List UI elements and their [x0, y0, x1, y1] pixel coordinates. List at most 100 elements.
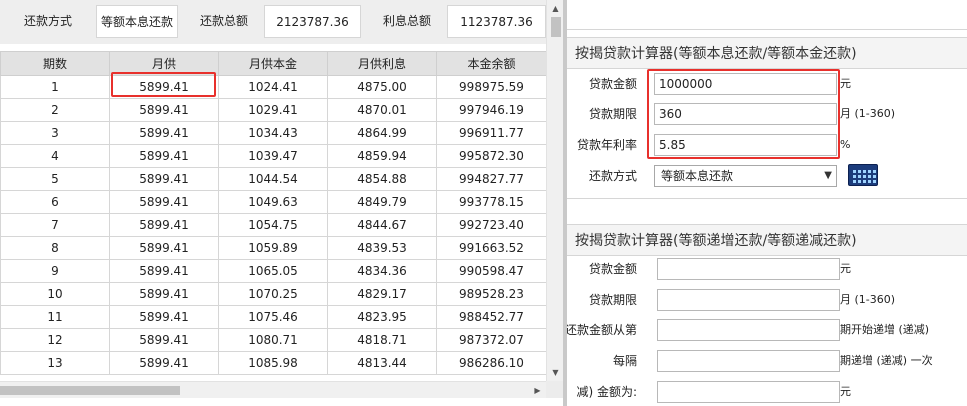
table-cell: 5899.41 [109, 75, 219, 99]
schedule-table: 期数 月供 月供本金 月供利息 本金余额 1 5899.41 1024.41 4875… [0, 51, 547, 375]
calc1-amount-unit: 元 [840, 77, 851, 90]
calculator-panel: 按揭贷款计算器(等额本息还款/等额本金还款) 贷款金额 1000000 元 贷款… [567, 0, 967, 406]
table-cell: 4844.67 [327, 213, 437, 237]
horizontal-scroll-thumb[interactable] [0, 386, 180, 395]
scrollbar-corner [546, 381, 563, 398]
table-row: 13 5899.41 1085.98 4813.44 986286.10 [0, 351, 547, 375]
divider-line [567, 198, 967, 199]
table-cell: 993778.15 [436, 190, 547, 214]
horizontal-scrollbar[interactable]: ▶ [0, 381, 546, 398]
method-value: 等额本息还款 [96, 5, 178, 38]
table-cell: 4839.53 [327, 236, 437, 260]
calc1-term-input[interactable]: 360 [654, 103, 837, 125]
calc2-every-unit: 期递增 (递减) 一次 [840, 354, 933, 367]
table-cell: 987372.07 [436, 328, 547, 352]
calc2-title: 按揭贷款计算器(等额递增还款/等额递减还款) [567, 224, 967, 256]
calc2-start-input[interactable] [657, 319, 840, 341]
table-cell: 4859.94 [327, 144, 437, 168]
calc1-rate-input[interactable]: 5.85 [654, 134, 837, 156]
calc1-method-label: 还款方式 [588, 169, 637, 183]
divider-line [567, 29, 967, 30]
calc2-amount-label: 贷款金额 [588, 262, 637, 276]
calculator-icon[interactable] [848, 164, 878, 186]
table-cell: 5899.41 [109, 236, 219, 260]
table-cell: 5899.41 [109, 167, 219, 191]
table-row: 11 5899.41 1075.46 4823.95 988452.77 [0, 305, 547, 329]
table-cell: 4854.88 [327, 167, 437, 191]
vertical-scroll-thumb[interactable] [551, 17, 561, 37]
header-principal: 月供本金 [218, 51, 328, 76]
vertical-scrollbar[interactable]: ▲ ▼ [546, 0, 563, 381]
calc1-rate-unit: % [840, 138, 851, 151]
table-cell: 5899.41 [109, 190, 219, 214]
calc2-start-unit: 期开始递增 (递减) [840, 323, 930, 336]
calc1-term-unit: 月 (1-360) [840, 107, 896, 120]
table-row: 7 5899.41 1054.75 4844.67 992723.40 [0, 213, 547, 237]
scroll-up-icon[interactable]: ▲ [547, 0, 564, 17]
table-cell: 11 [0, 305, 110, 329]
table-cell: 992723.40 [436, 213, 547, 237]
calc2-term-input[interactable] [657, 289, 840, 311]
table-cell: 991663.52 [436, 236, 547, 260]
table-cell: 994827.77 [436, 167, 547, 191]
table-cell: 7 [0, 213, 110, 237]
table-cell: 10 [0, 282, 110, 306]
calc2-change-unit: 元 [840, 385, 851, 398]
table-cell: 1075.46 [218, 305, 328, 329]
table-cell: 1024.41 [218, 75, 328, 99]
table-cell: 5899.41 [109, 305, 219, 329]
table-cell: 1059.89 [218, 236, 328, 260]
table-cell: 997946.19 [436, 98, 547, 122]
table-cell: 4813.44 [327, 351, 437, 375]
calc1-amount-input[interactable]: 1000000 [654, 73, 837, 95]
calc1-title: 按揭贷款计算器(等额本息还款/等额本金还款) [567, 37, 967, 69]
calc2-every-input[interactable] [657, 350, 840, 372]
table-cell: 998975.59 [436, 75, 547, 99]
table-row: 10 5899.41 1070.25 4829.17 989528.23 [0, 282, 547, 306]
table-row: 6 5899.41 1049.63 4849.79 993778.15 [0, 190, 547, 214]
table-cell: 4 [0, 144, 110, 168]
table-row: 2 5899.41 1029.41 4870.01 997946.19 [0, 98, 547, 122]
table-cell: 989528.23 [436, 282, 547, 306]
table-cell: 4864.99 [327, 121, 437, 145]
table-cell: 12 [0, 328, 110, 352]
scroll-down-icon[interactable]: ▼ [547, 364, 564, 381]
table-row: 12 5899.41 1080.71 4818.71 987372.07 [0, 328, 547, 352]
repayment-method-value: 等额本息还款 [661, 169, 734, 183]
repayment-method-select[interactable]: 等额本息还款 ▼ [654, 165, 837, 187]
calc2-start-label: 还款金额从第 [567, 323, 638, 337]
table-cell: 8 [0, 236, 110, 260]
table-cell: 5 [0, 167, 110, 191]
calc2-change-input[interactable] [657, 381, 840, 403]
calc2-change-label: 减) 金额为: [576, 385, 637, 399]
table-cell: 4823.95 [327, 305, 437, 329]
table-cell: 1034.43 [218, 121, 328, 145]
table-cell: 5899.41 [109, 351, 219, 375]
table-cell: 6 [0, 190, 110, 214]
table-cell: 5899.41 [109, 144, 219, 168]
table-cell: 1044.54 [218, 167, 328, 191]
total-label: 还款总额 [184, 5, 264, 38]
table-cell: 2 [0, 98, 110, 122]
table-cell: 1070.25 [218, 282, 328, 306]
calc2-amount-unit: 元 [840, 262, 851, 275]
table-cell: 3 [0, 121, 110, 145]
interest-value: 1123787.36 [447, 5, 546, 38]
table-cell: 9 [0, 259, 110, 283]
table-cell: 1049.63 [218, 190, 328, 214]
table-cell: 988452.77 [436, 305, 547, 329]
table-row: 5 5899.41 1044.54 4854.88 994827.77 [0, 167, 547, 191]
table-cell: 5899.41 [109, 213, 219, 237]
scroll-right-icon[interactable]: ▶ [529, 382, 546, 399]
table-cell: 990598.47 [436, 259, 547, 283]
calc1-rate-label: 贷款年利率 [576, 138, 637, 152]
header-balance: 本金余额 [436, 51, 547, 76]
table-cell: 13 [0, 351, 110, 375]
table-row: 9 5899.41 1065.05 4834.36 990598.47 [0, 259, 547, 283]
table-cell: 4834.36 [327, 259, 437, 283]
table-cell: 1065.05 [218, 259, 328, 283]
calc2-amount-input[interactable] [657, 258, 840, 280]
header-interest: 月供利息 [327, 51, 437, 76]
table-cell: 4849.79 [327, 190, 437, 214]
table-cell: 1054.75 [218, 213, 328, 237]
